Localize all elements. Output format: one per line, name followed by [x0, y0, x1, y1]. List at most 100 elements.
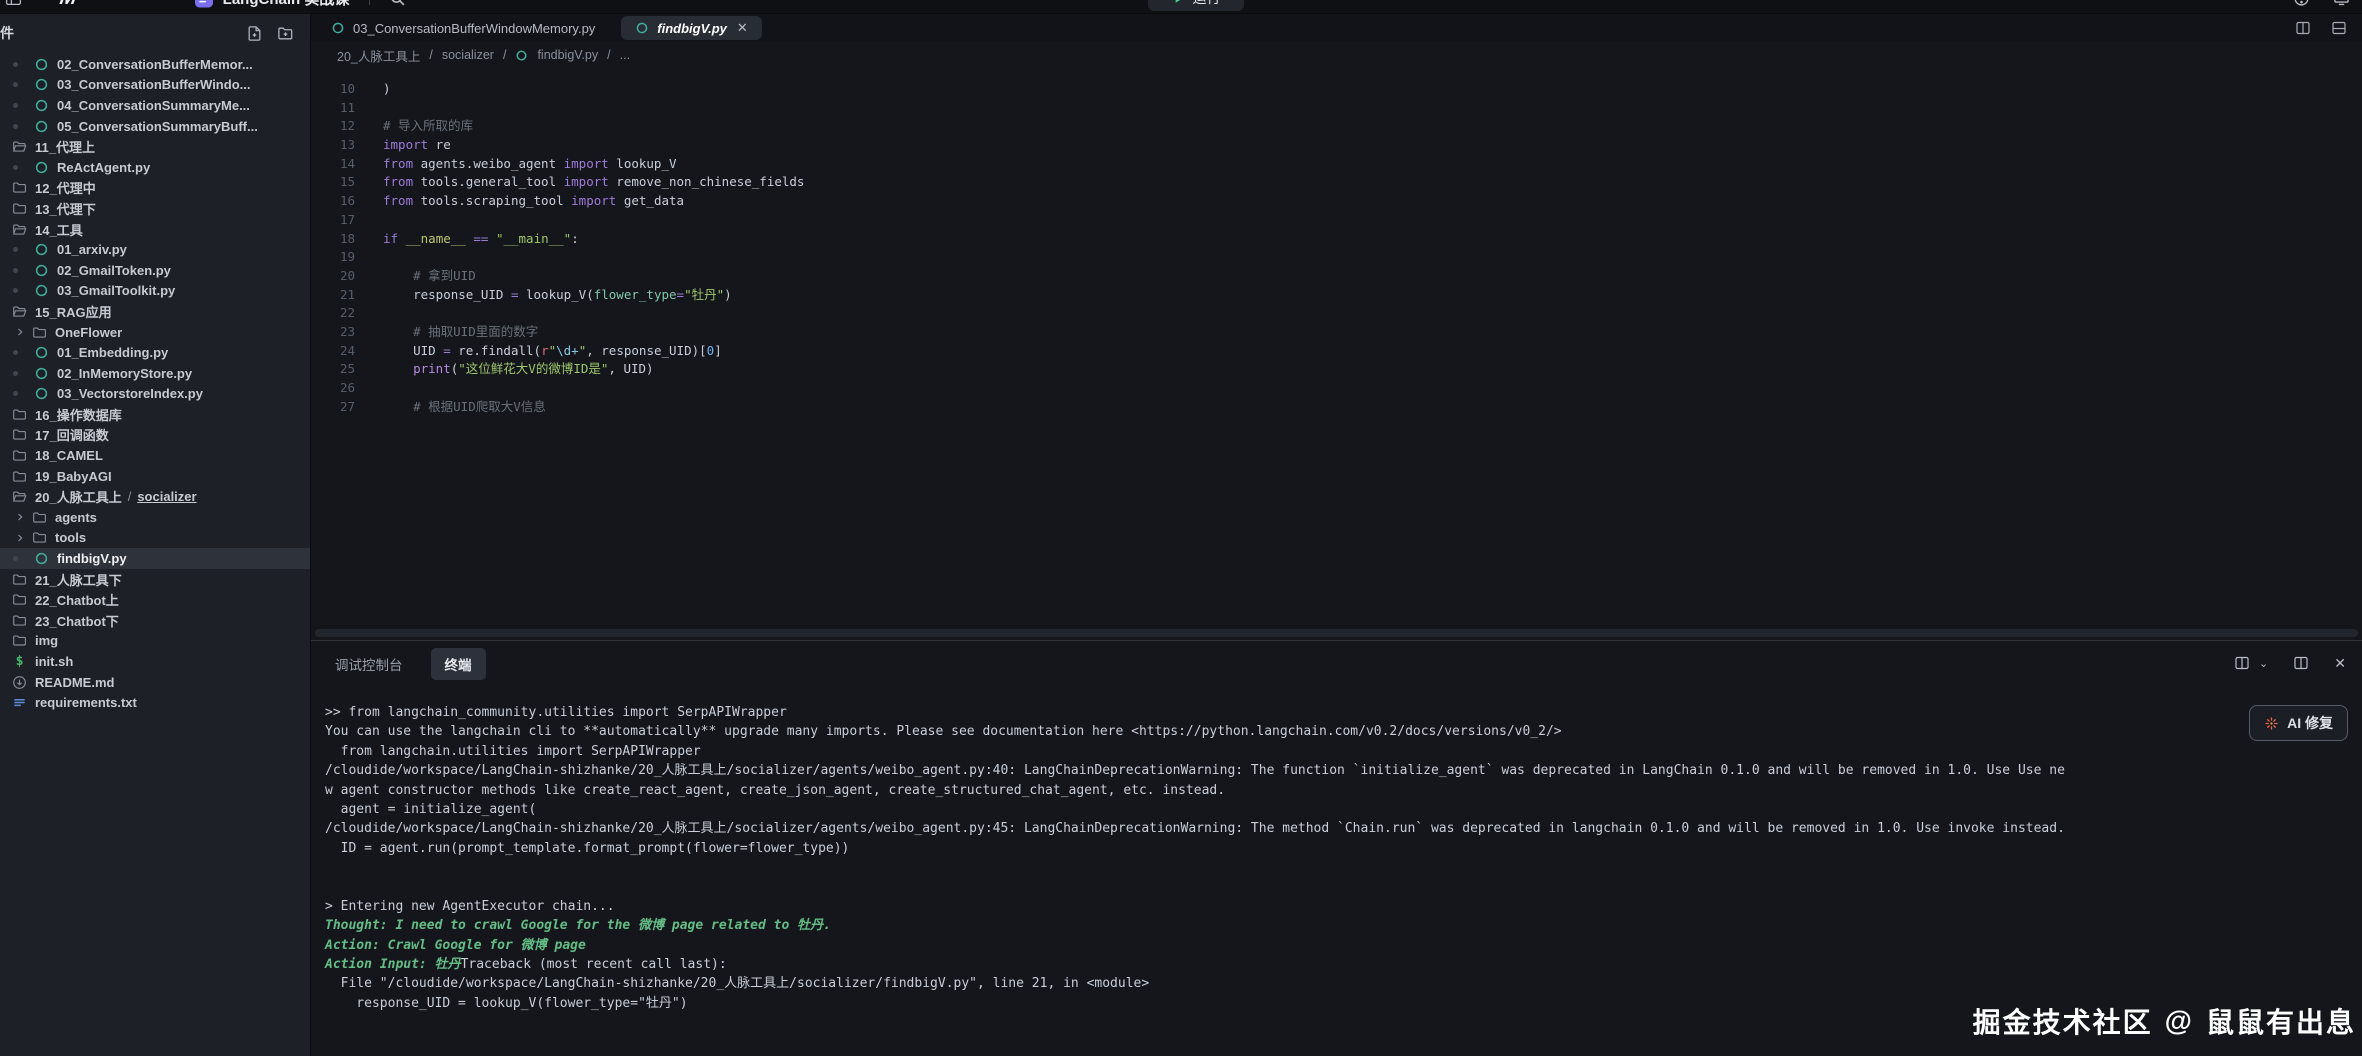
tree-item[interactable]: 16_操作数据库	[0, 404, 310, 425]
tree-item[interactable]: 02_InMemoryStore.py	[0, 363, 310, 384]
folder-icon	[32, 530, 47, 545]
tree-item-suffix: socializer	[137, 489, 196, 504]
tree-item[interactable]: 20_人脉工具上/socializer	[0, 486, 310, 507]
tab-debug-console[interactable]: 调试控制台	[335, 654, 403, 674]
split-terminal-icon[interactable]	[2233, 654, 2251, 672]
chevron-down-icon[interactable]: ⌄	[2259, 657, 2268, 670]
breadcrumb-separator: /	[607, 48, 610, 62]
layout-panel-icon[interactable]	[2330, 19, 2348, 37]
tree-item-label: 14_工具	[35, 220, 83, 239]
chevron-right-icon[interactable]	[14, 326, 26, 338]
split-editor-icon[interactable]	[2294, 19, 2312, 37]
tree-item[interactable]: 03_GmailToolkit.py	[0, 281, 310, 302]
breadcrumb-file[interactable]: findbigV.py	[537, 48, 598, 62]
tree-item[interactable]: 03_VectorstoreIndex.py	[0, 384, 310, 405]
tree-item-label: agents	[55, 510, 97, 525]
tree-item[interactable]: 01_Embedding.py	[0, 342, 310, 363]
folder-icon	[12, 613, 27, 628]
tree-item[interactable]: 23_Chatbot下	[0, 610, 310, 631]
tab-03-conversationbufferwindowmemory[interactable]: 03_ConversationBufferWindowMemory.py	[317, 14, 609, 42]
editor-area: 03_ConversationBufferWindowMemory.py fin…	[311, 14, 2362, 1056]
help-icon[interactable]	[2292, 0, 2310, 7]
tree-item[interactable]: 14_工具	[0, 219, 310, 240]
tab-terminal[interactable]: 终端	[431, 648, 486, 680]
breadcrumb-symbol[interactable]: ...	[620, 48, 630, 62]
terminal-line: Action Input: 牡丹Traceback (most recent c…	[325, 955, 2362, 974]
line-number: 19	[311, 248, 355, 267]
py-icon	[34, 242, 49, 257]
code-text: from tools.general_tool import remove_no…	[383, 173, 804, 192]
tree-item[interactable]: 04_ConversationSummaryMe...	[0, 95, 310, 116]
tree-item[interactable]: 13_代理下	[0, 198, 310, 219]
horizontal-scrollbar[interactable]	[315, 629, 2358, 637]
search-icon[interactable]	[388, 0, 406, 7]
tree-item[interactable]: OneFlower	[0, 322, 310, 343]
tree-item[interactable]: 12_代理中	[0, 178, 310, 199]
tree-item[interactable]: 03_ConversationBufferWindo...	[0, 75, 310, 96]
breadcrumb-folder[interactable]: 20_人脉工具上	[337, 46, 420, 65]
maximize-panel-icon[interactable]	[2292, 654, 2310, 672]
chevron-right-icon[interactable]	[14, 532, 26, 544]
tree-indent-dot	[13, 268, 18, 273]
tree-item[interactable]: requirements.txt	[0, 692, 310, 713]
watermark-site: 掘金技术社区	[1973, 1001, 2153, 1041]
tree-item[interactable]: 02_ConversationBufferMemor...	[0, 54, 310, 75]
code-text: if __name__ == "__main__":	[383, 230, 579, 249]
py-icon	[34, 386, 49, 401]
tree-item[interactable]: img	[0, 631, 310, 652]
screen-share-icon[interactable]	[2332, 0, 2350, 7]
folder-icon	[12, 180, 27, 195]
line-number: 15	[311, 173, 355, 192]
close-icon[interactable]: ✕	[737, 20, 748, 36]
tree-item[interactable]: 17_回调函数	[0, 425, 310, 446]
tree-item[interactable]: agents	[0, 507, 310, 528]
panel-header: 调试控制台 终端 ⌄ ✕	[311, 641, 2362, 687]
tree-item[interactable]: 15_RAG应用	[0, 301, 310, 322]
tree-indent-dot	[13, 247, 18, 252]
breadcrumb-folder[interactable]: socializer	[442, 48, 494, 62]
code-line: 15 from tools.general_tool import remove_…	[311, 173, 2362, 192]
code-line: 12# 导入所取的库	[311, 117, 2362, 136]
tree-item[interactable]: README.md	[0, 672, 310, 693]
line-number: 10	[311, 80, 355, 99]
run-button[interactable]: 运行	[1148, 0, 1244, 11]
tree-item[interactable]: 05_ConversationSummaryBuff...	[0, 116, 310, 137]
tree-item-label: img	[35, 633, 58, 648]
tree-item-label: 17_回调函数	[35, 425, 109, 444]
file-tree[interactable]: 02_ConversationBufferMemor...03_Conversa…	[0, 52, 310, 1056]
line-number: 25	[311, 360, 355, 379]
terminal-line: Thought: I need to crawl Google for the …	[325, 916, 2362, 935]
tree-item-label: 18_CAMEL	[35, 448, 103, 463]
tree-item[interactable]: findbigV.py	[0, 548, 310, 569]
tab-findbigv[interactable]: findbigV.py ✕	[621, 16, 761, 40]
tree-item[interactable]: 11_代理上	[0, 136, 310, 157]
tree-item[interactable]: 01_arxiv.py	[0, 239, 310, 260]
py-icon	[34, 263, 49, 278]
tree-item[interactable]: 02_GmailToken.py	[0, 260, 310, 281]
sparkle-icon	[2264, 716, 2279, 731]
tree-item[interactable]: 22_Chatbot上	[0, 589, 310, 610]
new-folder-icon[interactable]	[277, 25, 294, 42]
tree-indent-dot	[13, 165, 18, 170]
tree-indent-dot	[13, 82, 18, 87]
code-editor[interactable]: 10)1112# 导入所取的库13import re14from agents.…	[311, 68, 2362, 640]
line-number: 27	[311, 398, 355, 417]
terminal-line: /cloudide/workspace/LangChain-shizhanke/…	[325, 819, 2362, 838]
chevron-right-icon[interactable]	[14, 511, 26, 523]
breadcrumb[interactable]: 20_人脉工具上 / socializer / findbigV.py / ..…	[311, 42, 2362, 68]
ai-fix-button[interactable]: AI 修复	[2249, 705, 2348, 741]
tree-item[interactable]: 19_BabyAGI	[0, 466, 310, 487]
tree-item[interactable]: $init.sh	[0, 651, 310, 672]
tree-indent-dot	[13, 103, 18, 108]
close-panel-icon[interactable]: ✕	[2334, 655, 2346, 672]
tree-item[interactable]: ReActAgent.py	[0, 157, 310, 178]
new-file-icon[interactable]	[246, 25, 263, 42]
terminal-line: /cloudide/workspace/LangChain-shizhanke/…	[325, 761, 2362, 780]
tree-item[interactable]: tools	[0, 528, 310, 549]
tree-item[interactable]: 18_CAMEL	[0, 445, 310, 466]
line-number: 18	[311, 230, 355, 249]
sidebar-toggle-icon[interactable]	[4, 0, 22, 7]
tree-item[interactable]: 21_人脉工具下	[0, 569, 310, 590]
line-number: 20	[311, 267, 355, 286]
python-file-icon	[635, 21, 649, 35]
